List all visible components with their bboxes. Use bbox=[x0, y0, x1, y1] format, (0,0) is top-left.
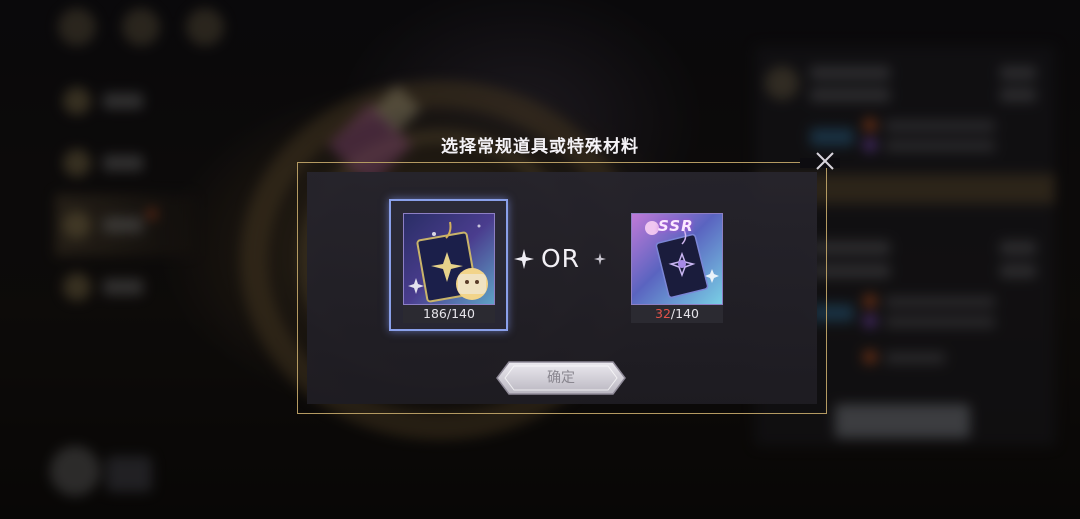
item-required-count: /140 bbox=[670, 306, 699, 321]
sparkle-icon bbox=[594, 253, 606, 265]
item-owned-count: 32 bbox=[655, 306, 671, 321]
ssr-flower-card-icon: SSR bbox=[631, 213, 723, 305]
item-owned-count: 186 bbox=[423, 306, 447, 321]
ssr-badge: SSR bbox=[658, 217, 694, 235]
confirm-button[interactable]: 确定 bbox=[495, 360, 627, 396]
item-required-count: /140 bbox=[446, 306, 475, 321]
option-special-material[interactable]: SSR 32/140 bbox=[631, 213, 723, 323]
or-label: OR bbox=[541, 244, 581, 273]
or-separator: OR bbox=[513, 240, 609, 280]
option-regular-item[interactable]: 186/140 bbox=[403, 213, 495, 323]
item-count: 32/140 bbox=[631, 305, 723, 323]
dialog-title: 选择常规道具或特殊材料 bbox=[441, 137, 639, 157]
confirm-label: 确定 bbox=[547, 370, 575, 386]
item-count: 186/140 bbox=[403, 305, 495, 323]
close-icon bbox=[816, 152, 834, 170]
sparkle-icon bbox=[514, 249, 534, 269]
close-button[interactable] bbox=[810, 146, 840, 176]
star-card-icon bbox=[403, 213, 495, 305]
